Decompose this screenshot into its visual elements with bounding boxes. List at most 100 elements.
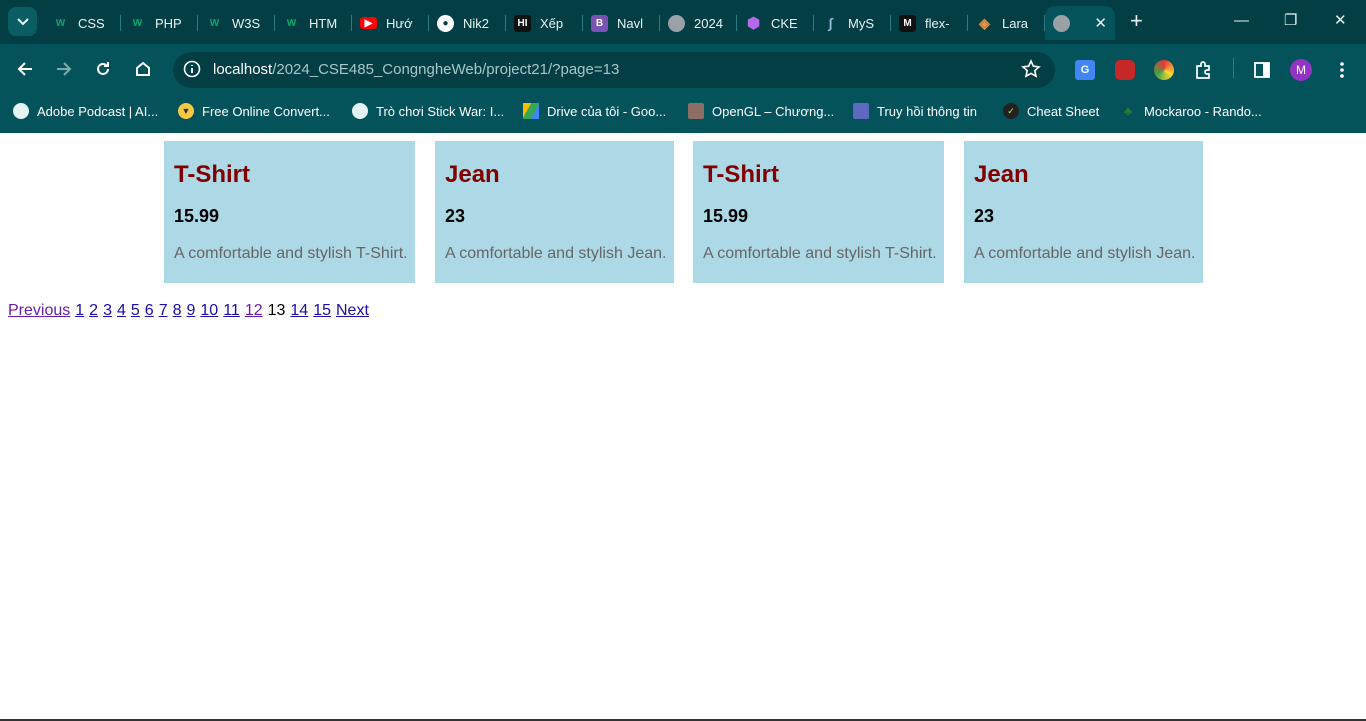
tab-title: flex-	[925, 15, 950, 31]
tab-laravel[interactable]: ◈ Lara	[968, 6, 1045, 40]
tab-github[interactable]: ● Nik2	[429, 6, 506, 40]
product-card: T-Shirt 15.99 A comfortable and stylish …	[693, 141, 944, 283]
globe-icon	[668, 14, 685, 32]
globe-icon	[352, 103, 368, 119]
url-text[interactable]: localhost/2024_CSE485_CongngheWeb/projec…	[213, 61, 619, 78]
tab-youtube[interactable]: ▶ Hướ	[352, 6, 429, 40]
product-description: A comfortable and stylish T-Shirt.	[174, 245, 408, 262]
bookmark-adobe-podcast[interactable]: Adobe Podcast | AI...	[13, 100, 158, 122]
product-card: Jean 23 A comfortable and stylish Jean.	[964, 141, 1203, 283]
ckeditor-icon: ⬢	[746, 15, 761, 32]
pagination-page-link[interactable]: 7	[159, 302, 168, 319]
tab-title: Xếp	[540, 15, 564, 31]
pagination-page-link[interactable]: 1	[75, 302, 84, 319]
tab-html[interactable]: W HTM	[275, 6, 352, 40]
toolbar-divider	[1233, 58, 1234, 78]
tab-css[interactable]: W CSS	[44, 6, 121, 40]
restore-button[interactable]: ❐	[1284, 12, 1297, 30]
product-card: Jean 23 A comfortable and stylish Jean.	[435, 141, 674, 283]
tab-bootstrap[interactable]: B Navl	[583, 6, 660, 40]
tab-title: 2024	[694, 15, 723, 31]
menu-kebab-icon[interactable]	[1331, 59, 1353, 81]
pagination-page-link[interactable]: 3	[103, 302, 112, 319]
new-tab-button[interactable]: +	[1130, 10, 1143, 32]
site-info-icon[interactable]	[183, 60, 201, 83]
w3schools-icon: W	[209, 17, 220, 29]
reload-icon	[97, 62, 109, 75]
pagination-page-link[interactable]: 6	[145, 302, 154, 319]
mockaroo-icon: ♣	[1124, 104, 1132, 118]
minimize-button[interactable]: —	[1234, 12, 1249, 30]
bookmark-stick-war[interactable]: Trò chơi Stick War: I...	[352, 100, 504, 122]
tab-medium[interactable]: Mflex-	[891, 6, 968, 40]
google-drive-icon	[523, 103, 539, 119]
bookmark-google-drive[interactable]: Drive của tôi - Goo...	[523, 100, 666, 122]
bookmark-truy-hoi[interactable]: Truy hồi thông tin	[853, 100, 977, 122]
pagination: Previous 1 2 3 4 5 6 7 8 9 10 11 12 13 14 15 Next	[8, 301, 374, 321]
side-panel-icon[interactable]	[1251, 59, 1273, 81]
tab-title: PHP	[155, 15, 182, 31]
back-button[interactable]	[14, 58, 36, 80]
bookmark-label: Free Online Convert...	[202, 103, 330, 119]
tab-xep[interactable]: HI Xếp	[506, 6, 583, 40]
pagination-page-link[interactable]: 11	[223, 302, 240, 319]
close-tab-icon[interactable]: ✕	[1094, 14, 1107, 32]
product-price: 23	[974, 206, 995, 226]
tab-active-localhost[interactable]: ✕	[1045, 6, 1115, 40]
tab-php[interactable]: W PHP	[121, 6, 198, 40]
reload-button[interactable]	[92, 58, 114, 80]
pagination-page-link[interactable]: 12	[245, 302, 263, 319]
pagination-page-link[interactable]: 9	[187, 302, 196, 319]
product-card: T-Shirt 15.99 A comfortable and stylish …	[164, 141, 415, 283]
tab-title: Lara	[1002, 15, 1029, 31]
medium-icon: M	[899, 14, 916, 32]
w3schools-icon: W	[286, 17, 297, 29]
bookmark-mockaroo[interactable]: ♣ Mockaroo - Rando...	[1120, 100, 1262, 122]
arrow-right-icon	[57, 62, 72, 76]
hi-icon: HI	[514, 14, 531, 32]
browser-chrome: W CSS W PHP W W3S W HTM ▶ Hướ ● Nik2 HI Xếp B Na…	[0, 0, 1366, 133]
pagination-next-link[interactable]: Next	[336, 302, 369, 319]
bookmark-free-online-convert[interactable]: ▼ Free Online Convert...	[178, 100, 330, 122]
page-content: T-Shirt 15.99 A comfortable and stylish …	[0, 133, 1366, 721]
product-description: A comfortable and stylish Jean.	[445, 245, 667, 262]
github-icon: ●	[437, 14, 454, 32]
tab-title: HTM	[309, 15, 338, 31]
profile-initial: M	[1290, 59, 1312, 81]
pagination-page-link[interactable]: 10	[200, 302, 218, 319]
extension-color-icon[interactable]	[1153, 59, 1175, 81]
tab-mysql[interactable]: ∫ MyS	[814, 6, 891, 40]
forward-button[interactable]	[53, 58, 75, 80]
tab-list: W CSS W PHP W W3S W HTM ▶ Hướ ● Nik2 HI Xếp B Na…	[44, 6, 1115, 40]
google-translate-icon[interactable]: G	[1074, 59, 1096, 81]
address-bar[interactable]: localhost/2024_CSE485_CongngheWeb/projec…	[173, 52, 1055, 88]
pagination-page-link[interactable]: 14	[290, 302, 308, 319]
tab-search-button[interactable]	[8, 7, 37, 36]
bookmark-opengl[interactable]: OpenGL – Chương...	[688, 100, 834, 122]
pagination-page-link[interactable]: 5	[131, 302, 140, 319]
home-button[interactable]	[132, 58, 154, 80]
tab-2024[interactable]: 2024	[660, 6, 737, 40]
bookmark-label: Trò chơi Stick War: I...	[376, 103, 505, 119]
pagination-page-link[interactable]: 2	[89, 302, 98, 319]
profile-avatar[interactable]: M	[1290, 59, 1312, 81]
product-description: A comfortable and stylish T-Shirt.	[703, 245, 937, 262]
tab-ckeditor[interactable]: ⬢ CKE	[737, 6, 814, 40]
bookmarks-bar: Adobe Podcast | AI... ▼ Free Online Conve…	[0, 96, 1366, 126]
bookmark-star-icon[interactable]	[1021, 59, 1041, 84]
pagination-page-link[interactable]: 8	[173, 302, 182, 319]
pagination-previous-link[interactable]: Previous	[8, 302, 70, 319]
bookmark-cheat-sheet[interactable]: ✓ Cheat Sheet	[1003, 100, 1099, 122]
extension-record-icon[interactable]	[1114, 59, 1136, 81]
close-window-button[interactable]: ✕	[1334, 12, 1347, 30]
pagination-page-link[interactable]: 15	[313, 302, 331, 319]
tab-w3s[interactable]: W W3S	[198, 6, 275, 40]
product-name: Jean	[445, 161, 500, 188]
tab-title: MyS	[848, 15, 874, 31]
tab-title: CKE	[771, 15, 798, 31]
tab-title: Navl	[617, 15, 644, 31]
cheat-sheet-icon: ✓	[1003, 103, 1019, 119]
globe-icon	[1053, 14, 1070, 32]
extensions-puzzle-icon[interactable]	[1193, 59, 1215, 81]
pagination-page-link[interactable]: 4	[117, 302, 126, 319]
